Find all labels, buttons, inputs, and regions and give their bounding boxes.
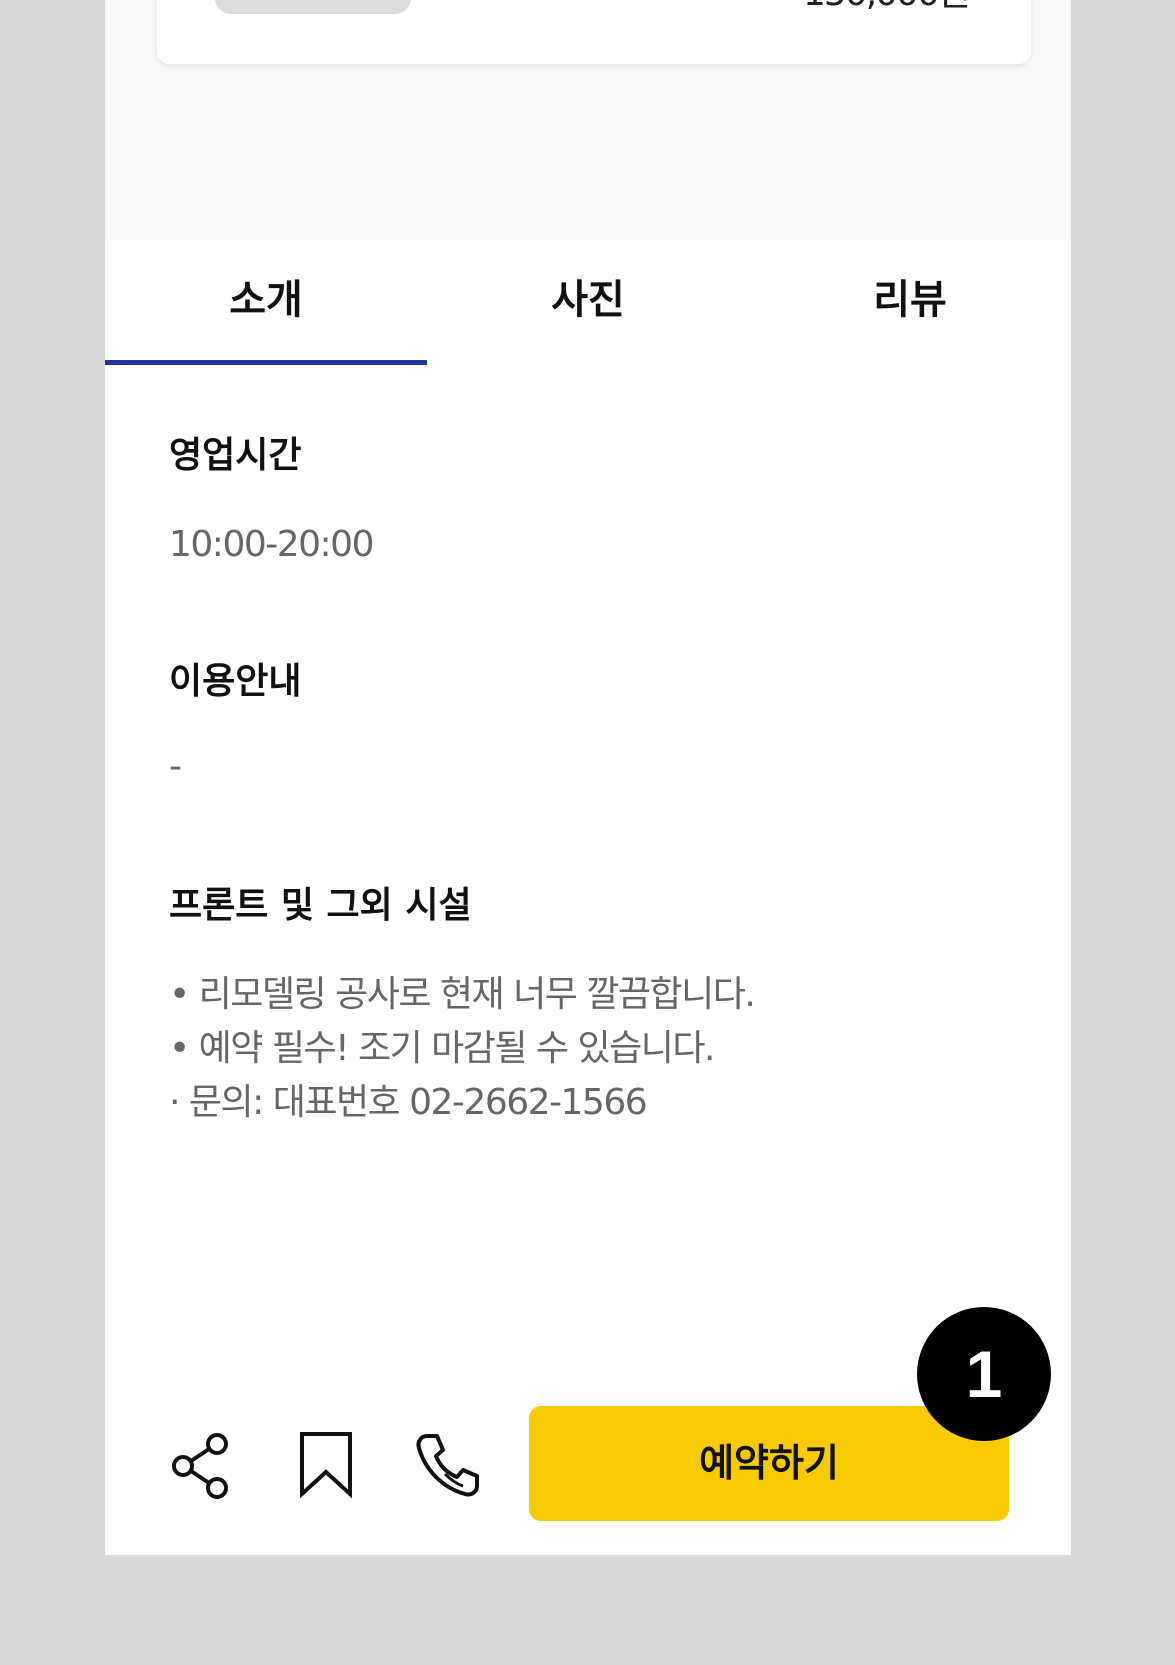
outer-frame: 150,000원 소개 사진 리뷰 영업시간 10:00-20:00 이용안내 … [0, 0, 1175, 1665]
price-text: 150,000원 [803, 0, 971, 14]
phone-icon[interactable] [413, 1430, 483, 1500]
top-gray-area: 150,000원 [105, 0, 1071, 240]
facilities-line-2: • 예약 필수! 조기 마감될 수 있습니다. [169, 1028, 715, 1069]
step-badge: 1 [917, 1307, 1051, 1441]
price-chip [215, 0, 411, 14]
guide-title: 이용안내 [169, 661, 302, 702]
price-card[interactable]: 150,000원 [157, 0, 1031, 64]
hours-value: 10:00-20:00 [169, 524, 374, 565]
tab-photos[interactable]: 사진 [427, 276, 749, 324]
active-tab-indicator [105, 360, 427, 365]
facilities-line-1: • 리모델링 공사로 현재 너무 깔끔합니다. [169, 974, 756, 1015]
tab-intro[interactable]: 소개 [105, 276, 427, 324]
guide-value: - [169, 746, 182, 787]
hours-title: 영업시간 [169, 435, 302, 476]
share-icon[interactable] [167, 1430, 237, 1500]
phone-screen: 150,000원 소개 사진 리뷰 영업시간 10:00-20:00 이용안내 … [105, 0, 1071, 1555]
reserve-button[interactable]: 예약하기 [529, 1406, 1009, 1521]
facilities-line-3: · 문의: 대표번호 02-2662-1566 [169, 1082, 648, 1123]
bookmark-icon[interactable] [291, 1430, 361, 1500]
facilities-title: 프론트 및 그외 시설 [169, 885, 472, 926]
tab-reviews[interactable]: 리뷰 [749, 276, 1071, 324]
tab-bar: 소개 사진 리뷰 [105, 240, 1071, 365]
